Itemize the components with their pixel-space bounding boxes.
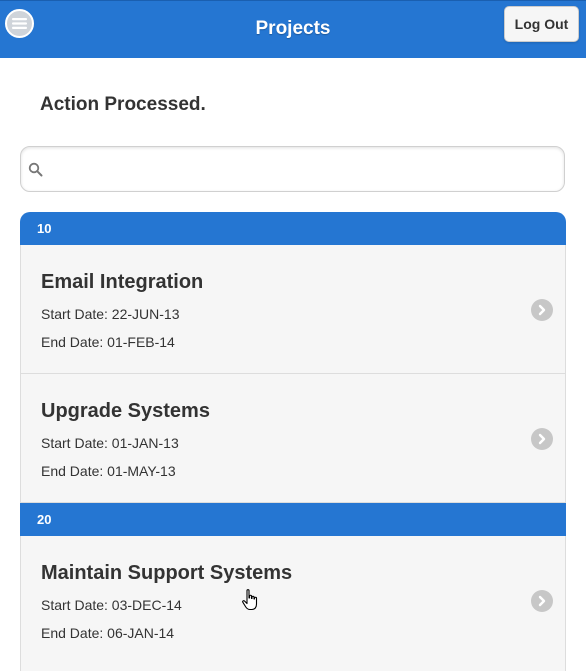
search-box[interactable]	[20, 146, 565, 192]
list-divider-10: 10	[20, 212, 566, 245]
search-input[interactable]	[51, 153, 560, 187]
item-start-date: Start Date: 01-JAN-13	[41, 435, 179, 451]
hand-cursor-icon	[242, 589, 258, 611]
item-end-date: End Date: 01-MAY-13	[41, 463, 176, 479]
item-title: Maintain Support Systems	[41, 562, 293, 584]
list-item-email-integration[interactable]: Email Integration Start Date: 22-JUN-13 …	[20, 245, 566, 374]
list-divider-20: 20	[20, 503, 566, 536]
list-item-maintain-support-systems[interactable]: Maintain Support Systems Start Date: 03-…	[20, 536, 566, 671]
item-title: Email Integration	[41, 271, 204, 293]
chevron-right-icon	[531, 299, 553, 321]
item-start-date: Start Date: 22-JUN-13	[41, 306, 180, 322]
chevron-right-icon	[531, 590, 553, 612]
search-icon	[28, 162, 43, 177]
logout-button[interactable]: Log Out	[504, 6, 579, 42]
header-bar: Projects Log Out	[0, 0, 586, 58]
list-item-upgrade-systems[interactable]: Upgrade Systems Start Date: 01-JAN-13 En…	[20, 374, 566, 503]
item-end-date: End Date: 06-JAN-14	[41, 625, 175, 641]
item-title: Upgrade Systems	[41, 400, 210, 422]
status-message: Action Processed.	[40, 94, 206, 115]
item-end-date: End Date: 01-FEB-14	[41, 334, 175, 350]
project-list: 10 Email Integration Start Date: 22-JUN-…	[20, 212, 566, 671]
item-start-date: Start Date: 03-DEC-14	[41, 597, 182, 613]
chevron-right-icon	[531, 428, 553, 450]
page-title: Projects	[255, 18, 331, 39]
